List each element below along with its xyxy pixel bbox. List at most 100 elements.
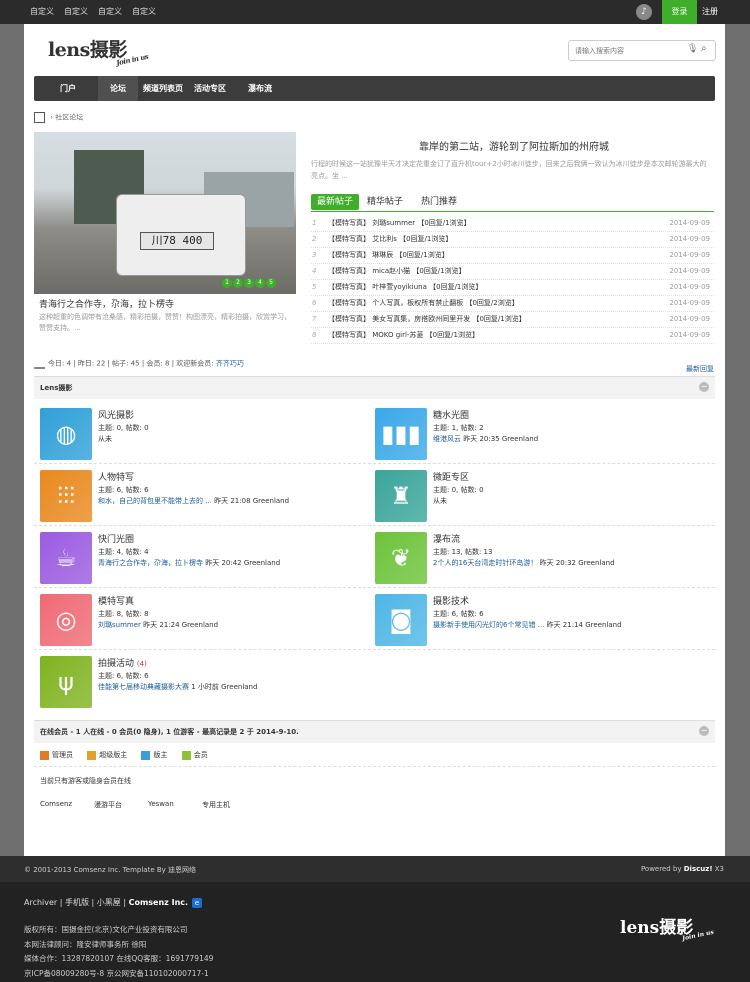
last-post-link[interactable]: 佳能第七届移动典藏摄影大赛 — [98, 683, 189, 691]
rings-icon[interactable]: ◎ — [40, 594, 92, 646]
discuz-link[interactable]: Discuz! — [684, 865, 713, 873]
microphone-icon[interactable]: 🎙 — [687, 44, 698, 54]
breadcrumb-current[interactable]: 社区论坛 — [55, 114, 83, 122]
search-icon[interactable]: ⌕ — [701, 43, 707, 54]
tab-latest[interactable]: 最新帖子 — [311, 194, 359, 210]
slider-dot-3[interactable]: 3 — [244, 278, 254, 288]
footer-link-group[interactable]: Archiver | 手机版 | 小黑屋 | — [24, 898, 129, 907]
last-post-link[interactable]: 维港风云 — [433, 435, 461, 443]
forum-name[interactable]: 风光摄影 — [98, 411, 134, 421]
latest-replies-link[interactable]: 最新回复 — [686, 364, 714, 374]
forum-name[interactable]: 瀑布流 — [433, 535, 460, 545]
forum-name[interactable]: 摄影技术 — [433, 597, 469, 607]
login-button[interactable]: 登录 — [662, 0, 697, 24]
thread-row[interactable]: 6 【模特写真】 个人写真，板权所有禁止翻板 【0回复/2浏览】 2014-09-0… — [311, 296, 714, 312]
castle-icon[interactable]: ♜ — [375, 470, 427, 522]
nav-item-portal[interactable]: 门户 — [48, 76, 88, 101]
top-link-1[interactable]: 自定义 — [30, 0, 54, 24]
thread-title[interactable]: 【模特写真】 美女写真集，房搭欧州同里开发 【0回复/1浏览】 — [328, 312, 526, 327]
slider-dots: 12345 — [222, 277, 277, 288]
slider-dot-4[interactable]: 4 — [255, 278, 265, 288]
notification-bell-icon[interactable]: ♪ — [636, 4, 652, 20]
forum-name[interactable]: 模特写真 — [98, 597, 134, 607]
thread-title[interactable]: 【模特写真】 MOKO girl-苏菱 【0回复/1浏览】 — [328, 328, 479, 343]
last-post-link[interactable]: 摄影新手使用闪光灯的6个常见错 ... — [433, 621, 544, 629]
tab-essence[interactable]: 精华帖子 — [367, 194, 403, 210]
main-nav: 门户 论坛 频道列表页 活动专区 瀑布流 — [34, 76, 715, 101]
register-link[interactable]: 注册 — [702, 0, 718, 24]
thread-row[interactable]: 1 【模特写真】 刘璐summer 【0回复/1浏览】 2014-09-09 — [311, 216, 714, 232]
nav-item-channel-list[interactable]: 频道列表页 — [140, 76, 186, 101]
newest-member-link[interactable]: 齐齐巧巧 — [216, 360, 244, 368]
last-post-link[interactable]: 和水，自己的背包里不能带上去的 ... — [98, 497, 212, 505]
search-input[interactable] — [573, 44, 685, 58]
last-post-link[interactable]: 青海行之合作寺，尕海，拉卜楞寺 — [98, 559, 203, 567]
thread-row[interactable]: 4 【模特写真】 mica赵小猫 【0回复/1浏览】 2014-09-09 — [311, 264, 714, 280]
site-logo[interactable]: lens摄影 Join in us — [48, 35, 149, 67]
friend-link[interactable]: Comsenz — [40, 800, 72, 808]
member-icon — [181, 750, 191, 760]
forum-name[interactable]: 人物特写 — [98, 473, 134, 483]
forum-stats: 主题: 0, 帖数: 0 — [98, 424, 149, 432]
top-link-4[interactable]: 自定义 — [132, 0, 156, 24]
thread-title[interactable]: 【模特写真】 琳琳辰 【0回复/1浏览】 — [328, 248, 449, 263]
thread-row[interactable]: 2 【模特写真】 艾比利s 【0回复/1浏览】 2014-09-09 — [311, 232, 714, 248]
stats-text: 今日: 4 | 昨日: 22 | 帖子: 45 | 会员: 8 | 欢迎新会员: — [48, 359, 216, 368]
forum-item[interactable]: ψ 拍摄活动 (4) 主题: 6, 帖数: 6 佳能第七届移动典藏摄影大赛 1 … — [34, 650, 359, 708]
section-title[interactable]: Lens摄影 — [40, 383, 72, 393]
friend-link[interactable]: Yeswan — [148, 800, 174, 808]
ie-badge-icon[interactable]: e — [192, 898, 203, 908]
forum-name[interactable]: 糖水光圈 — [433, 411, 469, 421]
thread-row[interactable]: 8 【模特写真】 MOKO girl-苏菱 【0回复/1浏览】 2014-09-09 — [311, 328, 714, 344]
thread-row[interactable]: 7 【模特写真】 美女写真集，房搭欧州同里开发 【0回复/1浏览】 2014-09-… — [311, 312, 714, 328]
sliders-icon[interactable]: ⫶⫶⫶ — [40, 470, 92, 522]
forum-name[interactable]: 快门光圈 — [98, 535, 134, 545]
company-link[interactable]: Comsenz Inc. — [129, 898, 188, 907]
nav-item-events[interactable]: 活动专区 — [190, 76, 230, 101]
forum-item[interactable]: ◍ 风光摄影 主题: 0, 帖数: 0 从未 — [34, 402, 359, 460]
online-title[interactable]: 在线会员 - 1 人在线 - 0 会员(0 隐身), 1 位游客 - 最高记录是… — [40, 727, 299, 737]
top-link-3[interactable]: 自定义 — [98, 0, 122, 24]
thread-title[interactable]: 【模特写真】 刘璐summer 【0回复/1浏览】 — [328, 216, 471, 231]
thread-title[interactable]: 【模特写真】 个人写真，板权所有禁止翻板 【0回复/2浏览】 — [328, 296, 519, 311]
home-icon[interactable] — [34, 112, 45, 123]
forum-name[interactable]: 微距专区 — [433, 473, 469, 483]
thread-title[interactable]: 【模特写真】 mica赵小猫 【0回复/1浏览】 — [328, 264, 466, 279]
cutlery-icon[interactable]: ψ — [40, 656, 92, 708]
last-post-time: 昨天 21:14 Greenland — [544, 621, 622, 629]
thread-title[interactable]: 【模特写真】 叶梓萱yoyikiuna 【0回复/1浏览】 — [328, 280, 482, 295]
forum-item[interactable]: ☕ 快门光圈 主题: 4, 帖数: 4 青海行之合作寺，尕海，拉卜楞寺 昨天 2… — [34, 526, 359, 584]
basketball-icon[interactable]: ◍ — [40, 408, 92, 460]
headline-title[interactable]: 靠岸的第二站，游轮到了阿拉斯加的州府城 — [304, 138, 724, 153]
tab-hot[interactable]: 热门推荐 — [421, 194, 457, 210]
bar-chart-icon[interactable]: ▮▮▮ — [375, 408, 427, 460]
collapse-icon[interactable]: − — [699, 726, 709, 736]
coffee-cup-icon[interactable]: ☕ — [40, 532, 92, 584]
forum-item[interactable]: ▮▮▮ 糖水光圈 主题: 1, 帖数: 2 维港风云 昨天 20:35 Gree… — [369, 402, 694, 460]
slider-dot-5[interactable]: 5 — [266, 278, 276, 288]
last-post-link[interactable]: 刘璐summer — [98, 621, 141, 629]
last-post-link[interactable]: 2个人的16天台湾走时针环岛游！ — [433, 559, 537, 567]
friend-link[interactable]: 漫游平台 — [94, 800, 122, 810]
thread-row[interactable]: 3 【模特写真】 琳琳辰 【0回复/1浏览】 2014-09-09 — [311, 248, 714, 264]
slider-title[interactable]: 青海行之合作寺，尕海，拉卜楞寺 — [39, 297, 174, 310]
thread-title[interactable]: 【模特写真】 艾比利s 【0回复/1浏览】 — [328, 232, 452, 247]
nav-item-waterfall[interactable]: 瀑布流 — [240, 76, 280, 101]
top-link-2[interactable]: 自定义 — [64, 0, 88, 24]
plant-icon[interactable]: ❦ — [375, 532, 427, 584]
forum-item[interactable]: ❦ 瀑布流 主题: 13, 帖数: 13 2个人的16天台湾走时针环岛游！ 昨天… — [369, 526, 694, 584]
featured-slider[interactable]: 川78 400 12345 — [34, 132, 296, 294]
camera-icon[interactable]: ◙ — [375, 594, 427, 646]
slider-dot-1[interactable]: 1 — [222, 278, 232, 288]
slider-dot-2[interactable]: 2 — [233, 278, 243, 288]
forum-name[interactable]: 拍摄活动 — [98, 659, 134, 669]
collapse-icon[interactable]: − — [699, 382, 709, 392]
forum-item[interactable]: ⫶⫶⫶ 人物特写 主题: 6, 帖数: 6 和水，自己的背包里不能带上去的 ..… — [34, 464, 359, 522]
forum-item[interactable]: ◙ 摄影技术 主题: 6, 帖数: 6 摄影新手使用闪光灯的6个常见错 ... … — [369, 588, 694, 646]
friend-link[interactable]: 专用主机 — [202, 800, 230, 810]
thread-row[interactable]: 5 【模特写真】 叶梓萱yoyikiuna 【0回复/1浏览】 2014-09-09 — [311, 280, 714, 296]
forum-item[interactable]: ♜ 微距专区 主题: 0, 帖数: 0 从未 — [369, 464, 694, 522]
forum-item[interactable]: ◎ 模特写真 主题: 8, 帖数: 8 刘璐summer 昨天 21:24 Gr… — [34, 588, 359, 646]
nav-item-forum[interactable]: 论坛 — [98, 76, 138, 101]
thread-list: 1 【模特写真】 刘璐summer 【0回复/1浏览】 2014-09-09 2 【模… — [311, 216, 714, 344]
